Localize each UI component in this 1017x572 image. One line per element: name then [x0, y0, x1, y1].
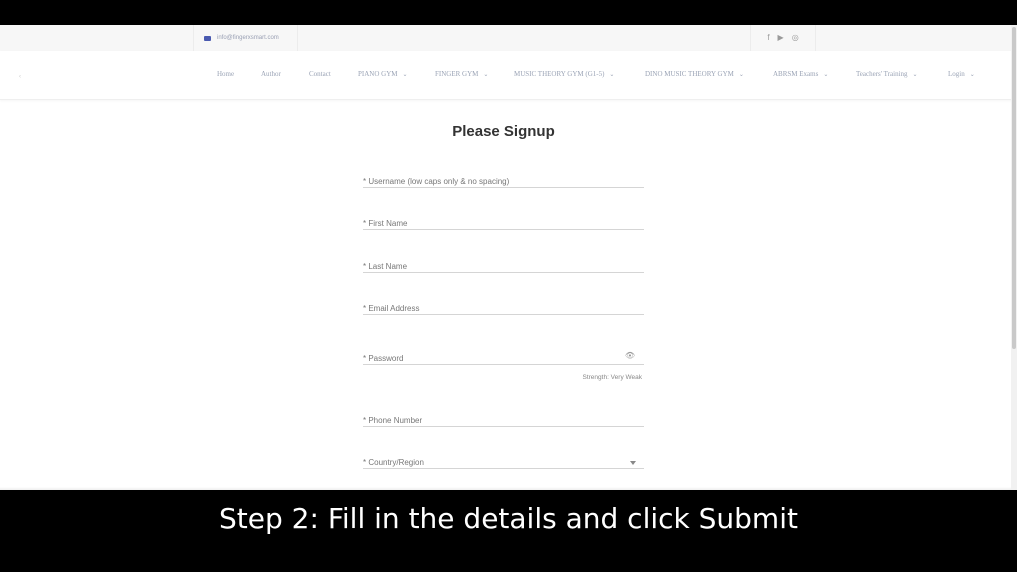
nav-label: DINO MUSIC THEORY GYM [645, 70, 734, 78]
show-password-eye-icon[interactable]: 👁 [625, 351, 635, 360]
country-select[interactable]: * Country/Region [363, 454, 644, 469]
phone-placeholder: * Phone Number [363, 416, 423, 425]
nav-item-login[interactable]: Login ⌄ [948, 70, 975, 78]
first-name-placeholder: * First Name [363, 219, 408, 228]
contact-email-text[interactable]: info@fingerxsmart.com [217, 35, 279, 41]
chevron-down-icon: ⌄ [969, 72, 975, 78]
nav-item-piano-gym[interactable]: PIANO GYM ⌄ [358, 70, 408, 78]
caret-down-icon [630, 461, 636, 465]
vertical-scrollbar[interactable] [1011, 25, 1017, 490]
nav-label: Home [217, 70, 235, 78]
social-links: f ▶ ◎ [750, 25, 816, 51]
first-name-field[interactable]: * First Name [363, 215, 644, 230]
nav-label: PIANO GYM [358, 70, 398, 78]
password-field[interactable]: * Password 👁 [363, 350, 644, 365]
facebook-icon[interactable]: f [767, 34, 769, 42]
nav-item-abrsm-exams[interactable]: ABRSM Exams ⌄ [773, 70, 828, 78]
page-title: Please Signup [452, 123, 555, 140]
password-placeholder: * Password [363, 354, 404, 363]
country-placeholder: * Country/Region [363, 458, 424, 467]
last-name-placeholder: * Last Name [363, 262, 408, 271]
envelope-icon [204, 35, 211, 41]
chevron-down-icon: ⌄ [402, 72, 408, 78]
chevron-down-icon: ⌄ [483, 72, 489, 78]
nav-item-music-theory-gym[interactable]: MUSIC THEORY GYM (G1-5) ⌄ [514, 70, 614, 78]
instagram-icon[interactable]: ◎ [792, 34, 799, 42]
email-placeholder: * Email Address [363, 304, 420, 313]
username-placeholder: * Username (low caps only & no spacing) [363, 177, 510, 186]
nav-label: Teachers' Training [856, 70, 908, 78]
browser-page: info@fingerxsmart.com f ▶ ◎ ‹ Home Autho… [0, 25, 1017, 490]
logo-placeholder[interactable]: ‹ [19, 74, 21, 80]
last-name-field[interactable]: * Last Name [363, 258, 644, 273]
contact-email[interactable]: info@fingerxsmart.com [193, 25, 298, 51]
youtube-icon[interactable]: ▶ [778, 34, 784, 42]
chevron-down-icon: ⌄ [912, 72, 918, 78]
username-field[interactable]: * Username (low caps only & no spacing) [363, 173, 644, 188]
phone-field[interactable]: * Phone Number [363, 412, 644, 427]
chevron-down-icon: ⌄ [823, 72, 829, 78]
info-bar: info@fingerxsmart.com f ▶ ◎ [0, 25, 1017, 52]
nav-item-finger-gym[interactable]: FINGER GYM ⌄ [435, 70, 488, 78]
nav-label: Login [948, 70, 965, 78]
nav-item-author[interactable]: Author [261, 70, 281, 78]
email-field[interactable]: * Email Address [363, 300, 644, 315]
main-navbar: ‹ Home Author Contact PIANO GYM ⌄ FINGER … [0, 51, 1017, 100]
caption-text: Step 2: Fill in the details and click Su… [219, 502, 798, 535]
nav-label: ABRSM Exams [773, 70, 819, 78]
chevron-down-icon: ⌄ [738, 72, 744, 78]
nav-label: MUSIC THEORY GYM (G1-5) [514, 70, 605, 78]
nav-item-contact[interactable]: Contact [309, 70, 331, 78]
nav-item-home[interactable]: Home [217, 70, 234, 78]
nav-item-dino-music-theory-gym[interactable]: DINO MUSIC THEORY GYM ⌄ [645, 70, 744, 78]
video-letterbox-top [0, 0, 1017, 25]
nav-item-teachers-training[interactable]: Teachers' Training ⌄ [856, 70, 918, 78]
video-caption-bar: Step 2: Fill in the details and click Su… [0, 490, 1017, 572]
nav-label: FINGER GYM [435, 70, 479, 78]
chevron-down-icon: ⌄ [609, 72, 615, 78]
password-strength: Strength: Very Weak [582, 374, 643, 381]
nav-label: Contact [309, 70, 331, 78]
scrollbar-thumb[interactable] [1012, 27, 1016, 349]
nav-label: Author [261, 70, 281, 78]
